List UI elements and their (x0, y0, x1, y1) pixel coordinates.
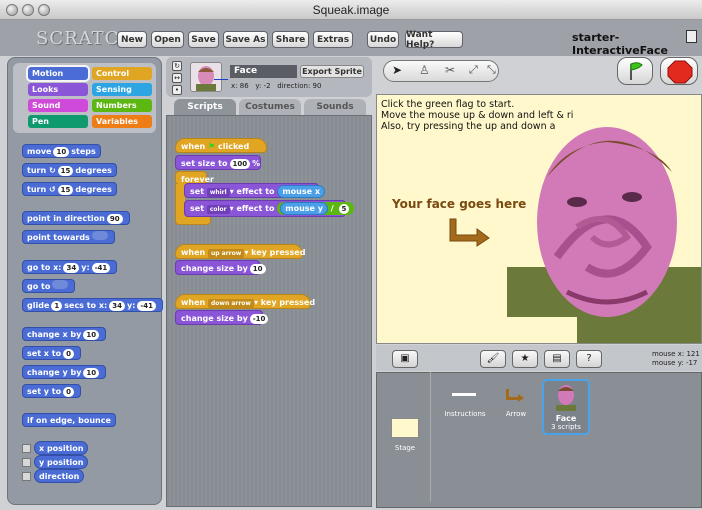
block-go-to-xy[interactable]: go to x: 34 y: -41 (22, 260, 118, 274)
shrink-icon[interactable]: ⤡ (487, 63, 496, 77)
category-variables[interactable]: Variables (92, 115, 152, 128)
save-as-button[interactable]: Save As (223, 31, 268, 48)
rotate-style-none-icon[interactable]: • (172, 85, 182, 95)
change-size-down-block[interactable]: change size by -10 (175, 310, 269, 325)
block-set-x[interactable]: set x to 0 (22, 346, 81, 360)
choose-sprite-file-button[interactable]: ★ (512, 350, 538, 368)
block-turn-left[interactable]: turn ↺ 15 degrees (22, 182, 117, 196)
category-looks[interactable]: Looks (28, 83, 88, 96)
rotate-style-flip-icon[interactable]: ↔ (172, 73, 182, 83)
when-flag-clicked-block[interactable]: when ⚑ clicked (175, 138, 267, 153)
block-turn-right[interactable]: turn ↻ 15 degrees (22, 163, 117, 177)
block-if-on-edge-bounce[interactable]: if on edge, bounce (22, 413, 116, 427)
block-point-towards[interactable]: point towards (22, 230, 115, 244)
surprise-icon: ? (586, 353, 592, 364)
paint-new-sprite-button[interactable]: 🖌 (480, 350, 506, 368)
set-size-block[interactable]: set size to 100% (175, 155, 261, 170)
category-numbers[interactable]: Numbers (92, 99, 152, 112)
set-color-effect-block[interactable]: set color ▾ effect to mouse y / 5 (184, 200, 355, 217)
open-button[interactable]: Open (151, 31, 184, 48)
folder-sprite-button[interactable]: ▤ (544, 350, 570, 368)
category-motion[interactable]: Motion (26, 65, 90, 82)
duplicate-stamp-icon[interactable]: ♙ (419, 63, 430, 77)
reporter-y-position[interactable]: y position (34, 455, 89, 469)
sprite-face-name: Face (555, 414, 577, 423)
x-position-checkbox[interactable] (22, 444, 31, 453)
block-point-in-direction[interactable]: point in direction 90 (22, 211, 130, 225)
category-sound[interactable]: Sound (28, 99, 88, 112)
undo-button[interactable]: Undo (367, 31, 399, 48)
tab-scripts[interactable]: Scripts (174, 99, 236, 115)
change-size-up-block[interactable]: change size by 10 (175, 260, 266, 275)
presentation-mode-button[interactable]: ▣ (392, 350, 418, 368)
face-thumbnail (556, 385, 576, 411)
sprite-face-card[interactable]: Face 3 scripts (542, 379, 590, 435)
block-glide[interactable]: glide 1 secs to x: 34 y: -41 (22, 298, 164, 312)
arrow-sprite[interactable] (447, 217, 493, 247)
sprite-face-scripts-count: 3 scripts (551, 423, 581, 431)
forever-block-bottom (175, 216, 211, 225)
grow-icon[interactable]: ⤢ (469, 63, 478, 77)
save-button[interactable]: Save (188, 31, 219, 48)
category-control[interactable]: Control (92, 67, 152, 80)
instructions-thumbnail[interactable] (452, 393, 476, 396)
green-flag-button[interactable] (617, 57, 653, 85)
presentation-icon: ▣ (400, 353, 410, 364)
face-sprite[interactable] (507, 117, 702, 344)
rotate-clockwise-icon: ↻ (48, 166, 56, 175)
sprite-name-field[interactable]: Face (230, 65, 297, 78)
sprite-thumbnail (190, 62, 222, 92)
block-move-steps[interactable]: move 10 steps (22, 144, 101, 158)
green-flag-icon: ⚑ (208, 142, 216, 151)
stage-label: Stage (394, 444, 416, 452)
tab-sounds[interactable]: Sounds (304, 99, 366, 115)
sprite-direction-indicator (214, 79, 228, 80)
folder-icon: ▤ (552, 353, 562, 364)
stop-button[interactable] (660, 57, 698, 85)
direction-checkbox[interactable] (22, 472, 31, 481)
set-whirl-effect-block[interactable]: set whirl ▾ effect to mouse x (184, 183, 325, 198)
share-button[interactable]: Share (272, 31, 309, 48)
sprite-coordinates: x: 86 y: -2 direction: 90 (231, 82, 322, 90)
tab-costumes[interactable]: Costumes (239, 99, 301, 115)
stage-instructions: Click the green flag to start. Move the … (381, 99, 574, 132)
y-position-checkbox[interactable] (22, 458, 31, 467)
your-face-label: Your face goes here (392, 197, 527, 211)
block-change-y[interactable]: change y by 10 (22, 365, 107, 379)
block-go-to[interactable]: go to (22, 279, 76, 293)
extras-button[interactable]: Extras (313, 31, 353, 48)
surprise-sprite-button[interactable]: ? (576, 350, 602, 368)
star-sprite-icon: ★ (520, 353, 530, 364)
want-help-button[interactable]: Want Help? (405, 30, 463, 50)
project-name: starter-InteractiveFace (572, 31, 668, 57)
export-sprite-button[interactable]: Export Sprite (300, 65, 364, 78)
stage-thumbnail[interactable] (391, 418, 419, 438)
corral-divider (430, 372, 431, 502)
paintbrush-icon: 🖌 (486, 353, 500, 364)
when-up-arrow-pressed-block[interactable]: when up arrow ▾ key pressed (175, 244, 305, 259)
stop-icon (667, 60, 693, 84)
project-notes-icon[interactable] (686, 30, 697, 43)
green-flag-icon (630, 62, 643, 80)
category-pen[interactable]: Pen (28, 115, 88, 128)
window-title: Squeak.image (312, 3, 390, 17)
new-button[interactable]: New (117, 31, 147, 48)
when-down-arrow-pressed-block[interactable]: when down arrow ▾ key pressed (175, 294, 315, 309)
block-set-y[interactable]: set y to 0 (22, 384, 81, 398)
arrow-cursor-icon[interactable]: ➤ (392, 63, 402, 77)
rotate-counterclockwise-icon: ↺ (48, 185, 56, 194)
reporter-direction[interactable]: direction (34, 469, 85, 483)
rotate-style-free-icon[interactable]: ↻ (172, 61, 182, 71)
arrow-thumbnail[interactable] (504, 388, 526, 402)
sprite-corral (376, 372, 702, 508)
delete-scissors-icon[interactable]: ✂ (445, 63, 455, 77)
sprite-arrow[interactable]: Arrow (496, 410, 536, 418)
stage[interactable]: Click the green flag to start. Move the … (376, 94, 702, 344)
reporter-x-position[interactable]: x position (34, 441, 89, 455)
mouse-coordinates: mouse x: 121 mouse y: -17 (652, 350, 700, 367)
window-titlebar: Squeak.image (0, 0, 702, 20)
category-sensing[interactable]: Sensing (92, 83, 152, 96)
sprite-instructions[interactable]: Instructions (440, 410, 490, 418)
block-change-x[interactable]: change x by 10 (22, 327, 107, 341)
